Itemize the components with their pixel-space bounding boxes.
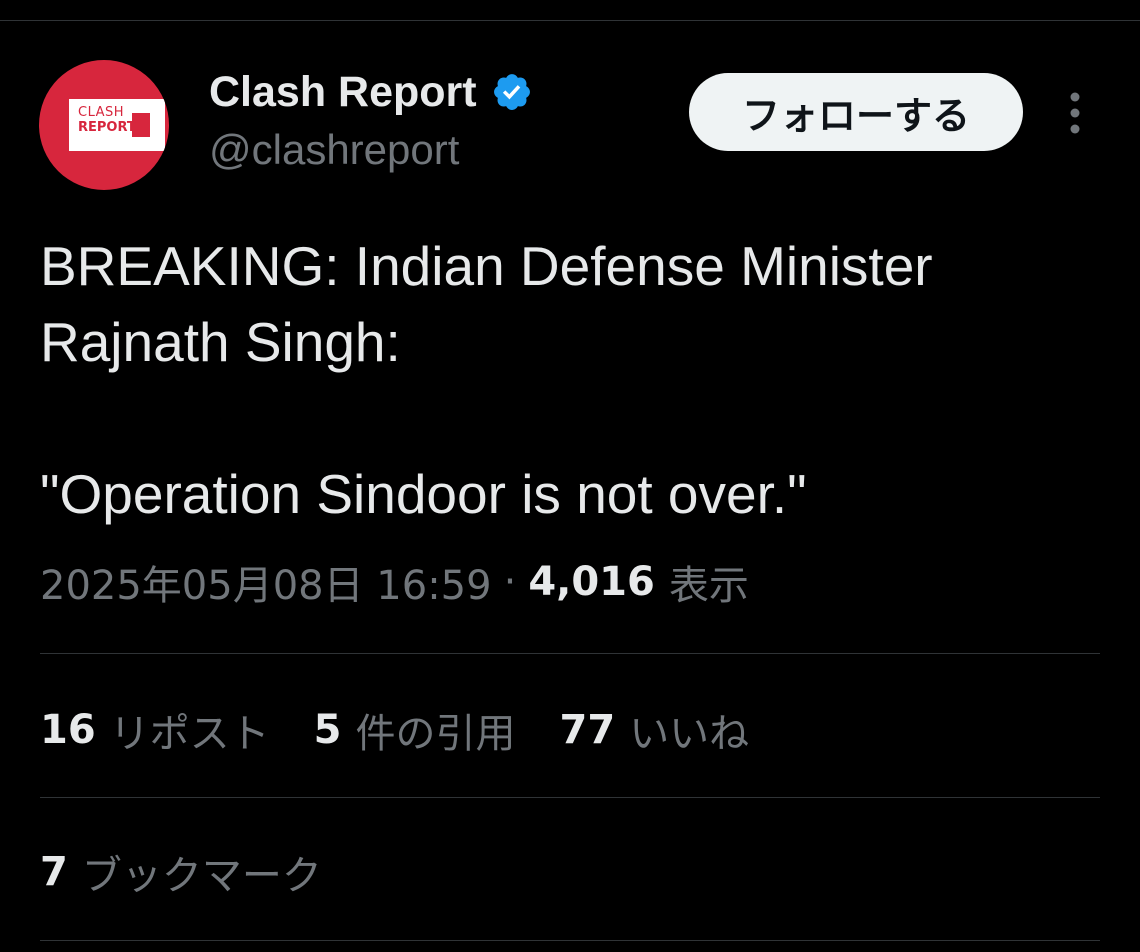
author-name-row: Clash Report [209,66,533,118]
avatar[interactable]: CLASH REPORT [39,60,169,190]
author-display-name[interactable]: Clash Report [209,66,477,118]
reposts-stat[interactable]: 16 リポスト [40,701,270,759]
reposts-label: リポスト [109,711,270,757]
author-handle[interactable]: @clashreport [209,124,459,176]
likes-label: いいね [629,711,750,757]
quotes-label: 件の引用 [355,711,516,757]
likes-count: 77 [559,707,616,753]
tweet-text: BREAKING: Indian Defense Minister Rajnat… [40,235,933,525]
divider [40,653,1100,654]
divider [40,940,1100,941]
more-vertical-icon[interactable] [1060,90,1090,136]
follow-button[interactable]: フォローする [689,73,1023,151]
quotes-stat[interactable]: 5 件の引用 [314,701,516,759]
likes-stat[interactable]: 77 いいね [560,701,750,759]
bookmarks-stat[interactable]: 7 ブックマーク [40,842,322,902]
engagement-stats: 16 リポスト 5 件の引用 77 いいね [40,700,793,760]
quotes-count: 5 [313,707,342,753]
reposts-count: 16 [40,707,96,753]
bookmarks-label: ブックマーク [81,853,322,899]
views-count: 4,016 [528,559,655,605]
divider [40,797,1100,798]
bookmarks-count: 7 [40,849,68,895]
verified-badge-icon[interactable] [491,71,533,113]
meta-separator: · [503,559,517,605]
tweet-meta: 2025年05月08日 16:59 · 4,016 表示 [40,554,749,610]
tweet-timestamp[interactable]: 2025年05月08日 16:59 [40,553,492,611]
avatar-logo-text-line1: CLASH [78,105,125,120]
top-divider [0,20,1140,21]
views-label: 表示 [668,563,749,609]
avatar-logo-text-line2: REPORT [78,120,136,135]
